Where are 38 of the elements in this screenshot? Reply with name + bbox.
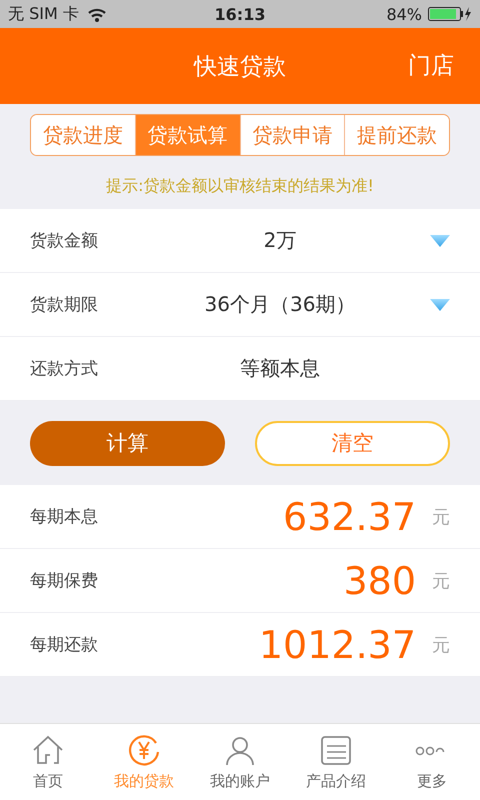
battery-icon <box>428 7 472 21</box>
currency-unit: 元 <box>431 634 450 656</box>
tab-bar-item[interactable]: 首页 <box>0 724 96 800</box>
result-amount: 380 <box>342 558 416 602</box>
currency-unit: 元 <box>431 506 450 528</box>
store-button[interactable]: 门店 <box>408 50 454 81</box>
field-value: 等额本息 <box>239 355 321 382</box>
yen-coin-icon <box>127 734 161 768</box>
field-label: 货款金额 <box>30 230 99 252</box>
segment-tab[interactable]: 贷款试算 <box>134 115 240 155</box>
page-title: 快速贷款 <box>194 52 286 82</box>
list-document-icon <box>319 734 353 768</box>
dropdown-value[interactable]: 36个月（36期） <box>140 291 420 318</box>
tab-bar-item[interactable]: 我的贷款 <box>96 724 192 800</box>
field-label: 还款方式 <box>30 358 99 380</box>
clock-text: 16:13 <box>214 4 266 24</box>
dropdown-arrow-icon <box>430 298 450 310</box>
result-amount: 632.37 <box>282 494 416 538</box>
segment-tab[interactable]: 提前还款 <box>344 115 449 155</box>
calculate-button[interactable]: 计算 <box>30 420 225 466</box>
currency-unit: 元 <box>431 570 450 592</box>
hint-text: 提示:贷款金额以审核结束的结果为准! <box>105 176 375 197</box>
wifi-icon <box>86 6 107 22</box>
dropdown-value[interactable]: 2万 <box>140 227 420 254</box>
segment-tab[interactable]: 贷款进度 <box>31 115 135 155</box>
dropdown-arrow-icon <box>430 234 450 246</box>
result-label: 每期本息 <box>30 506 99 528</box>
tab-bar-item[interactable]: 更多 <box>384 724 480 800</box>
result-amount: 1012.37 <box>258 622 416 666</box>
field-label: 货款期限 <box>30 294 99 316</box>
segment-tab[interactable]: 贷款申请 <box>240 115 344 155</box>
carrier-text: 无 SIM 卡 <box>8 4 79 24</box>
result-label: 每期保费 <box>30 570 99 592</box>
clear-button[interactable]: 清空 <box>255 420 450 466</box>
tab-bar-item[interactable]: 我的账户 <box>192 724 288 800</box>
battery-text: 84% <box>386 4 422 24</box>
tab-bar-item[interactable]: 产品介绍 <box>288 724 384 800</box>
result-label: 每期还款 <box>30 634 99 656</box>
